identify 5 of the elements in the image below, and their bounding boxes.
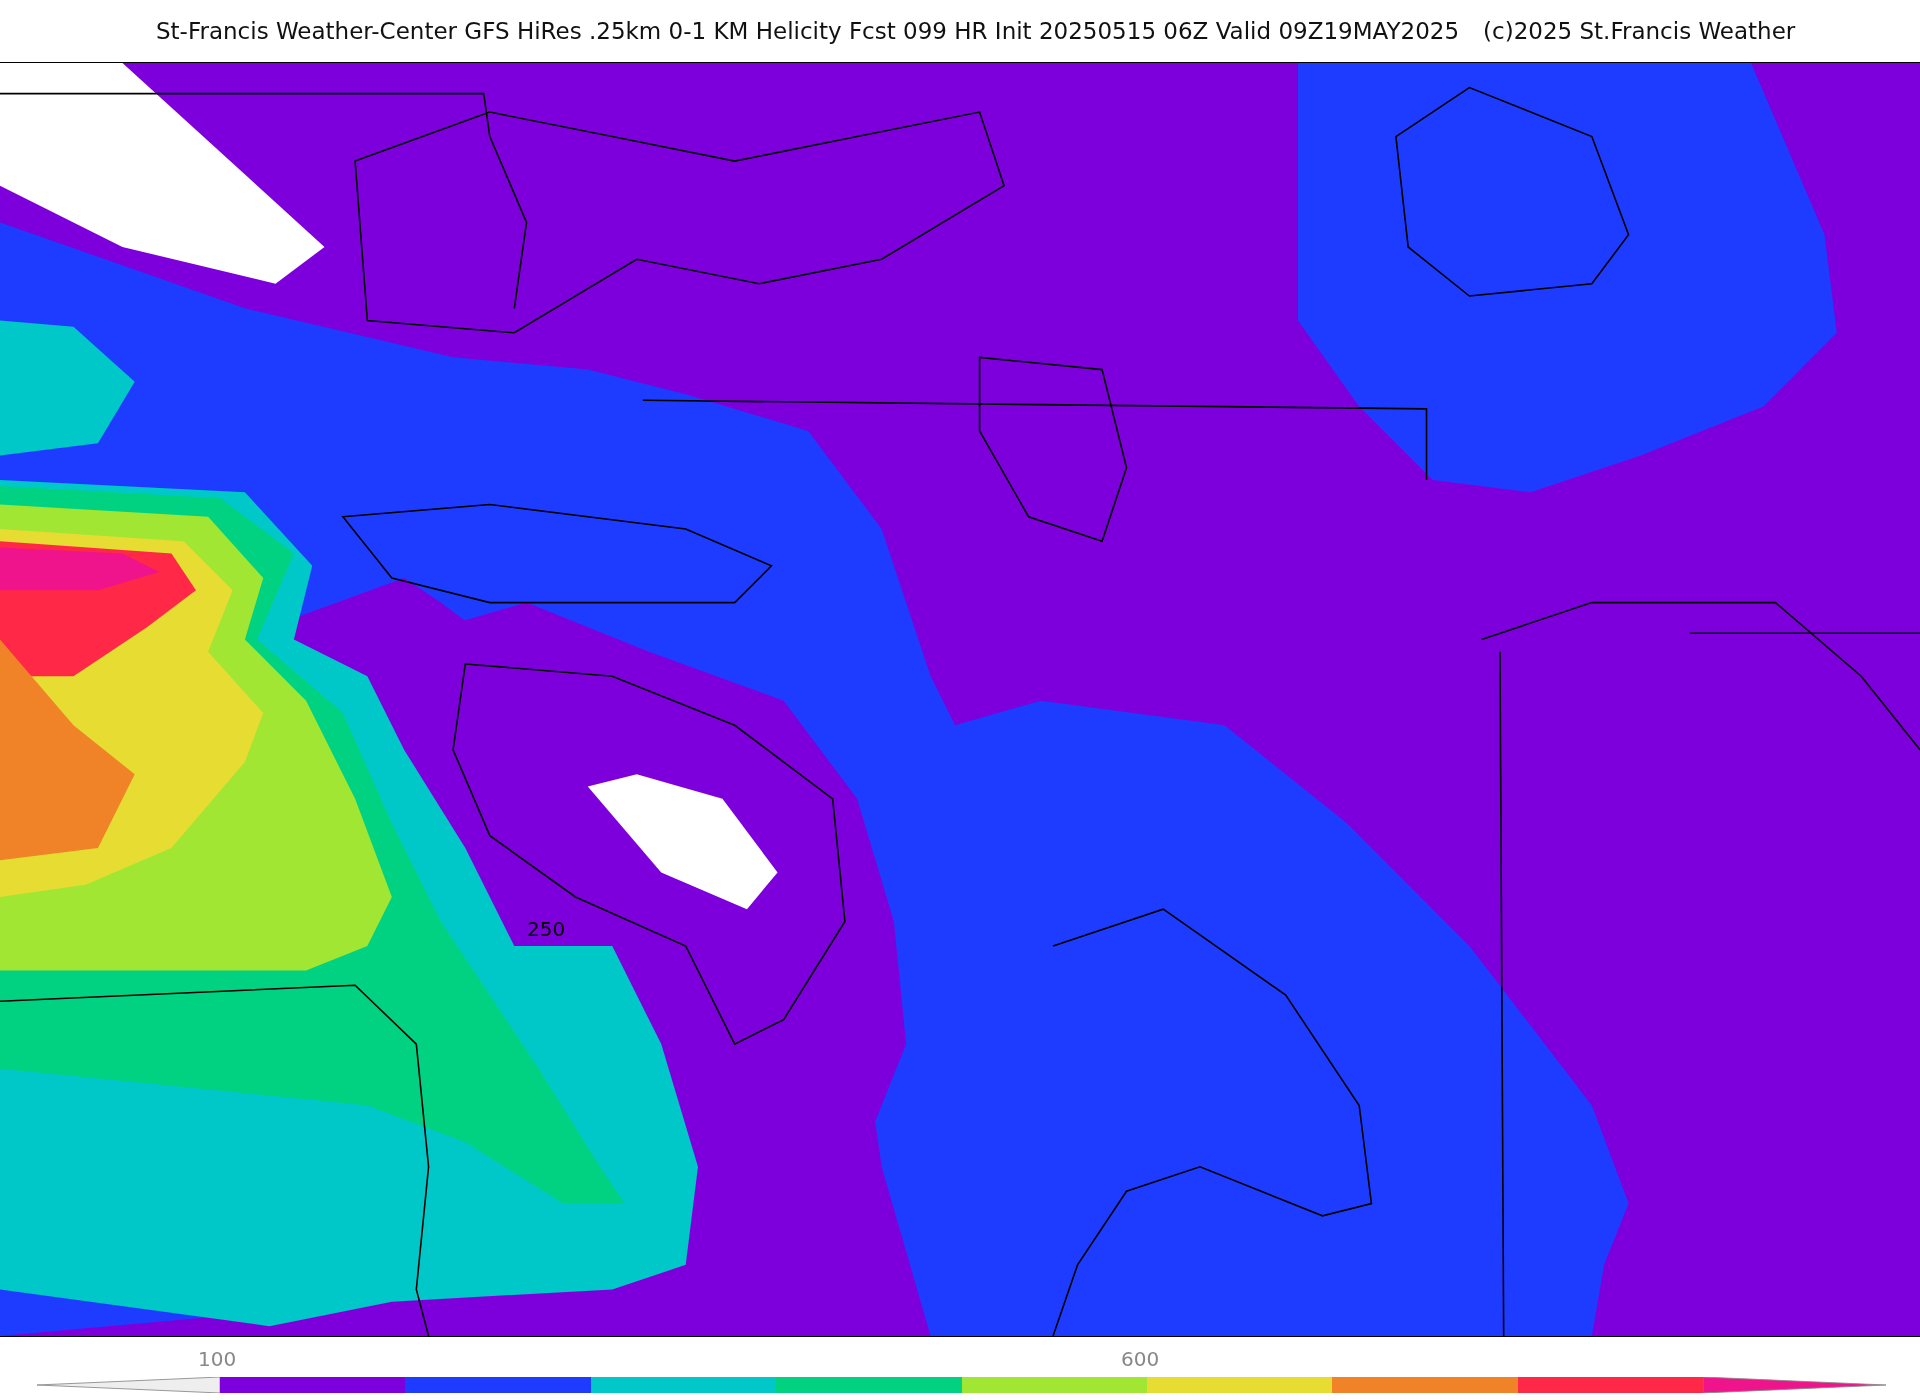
colorbar-label: 600 <box>1121 1347 1160 1371</box>
contour-label: 250 <box>527 917 566 941</box>
copyright-text: (c)2025 St.Francis Weather <box>1483 18 1796 44</box>
colorbar-label: 100 <box>198 1347 237 1371</box>
map-title: St-Francis Weather-Center GFS HiRes .25km 0-1 KM Helicity Fcst 099 HR Init 20250515 06Z Valid 09Z19MAY2025 <box>156 18 1460 44</box>
